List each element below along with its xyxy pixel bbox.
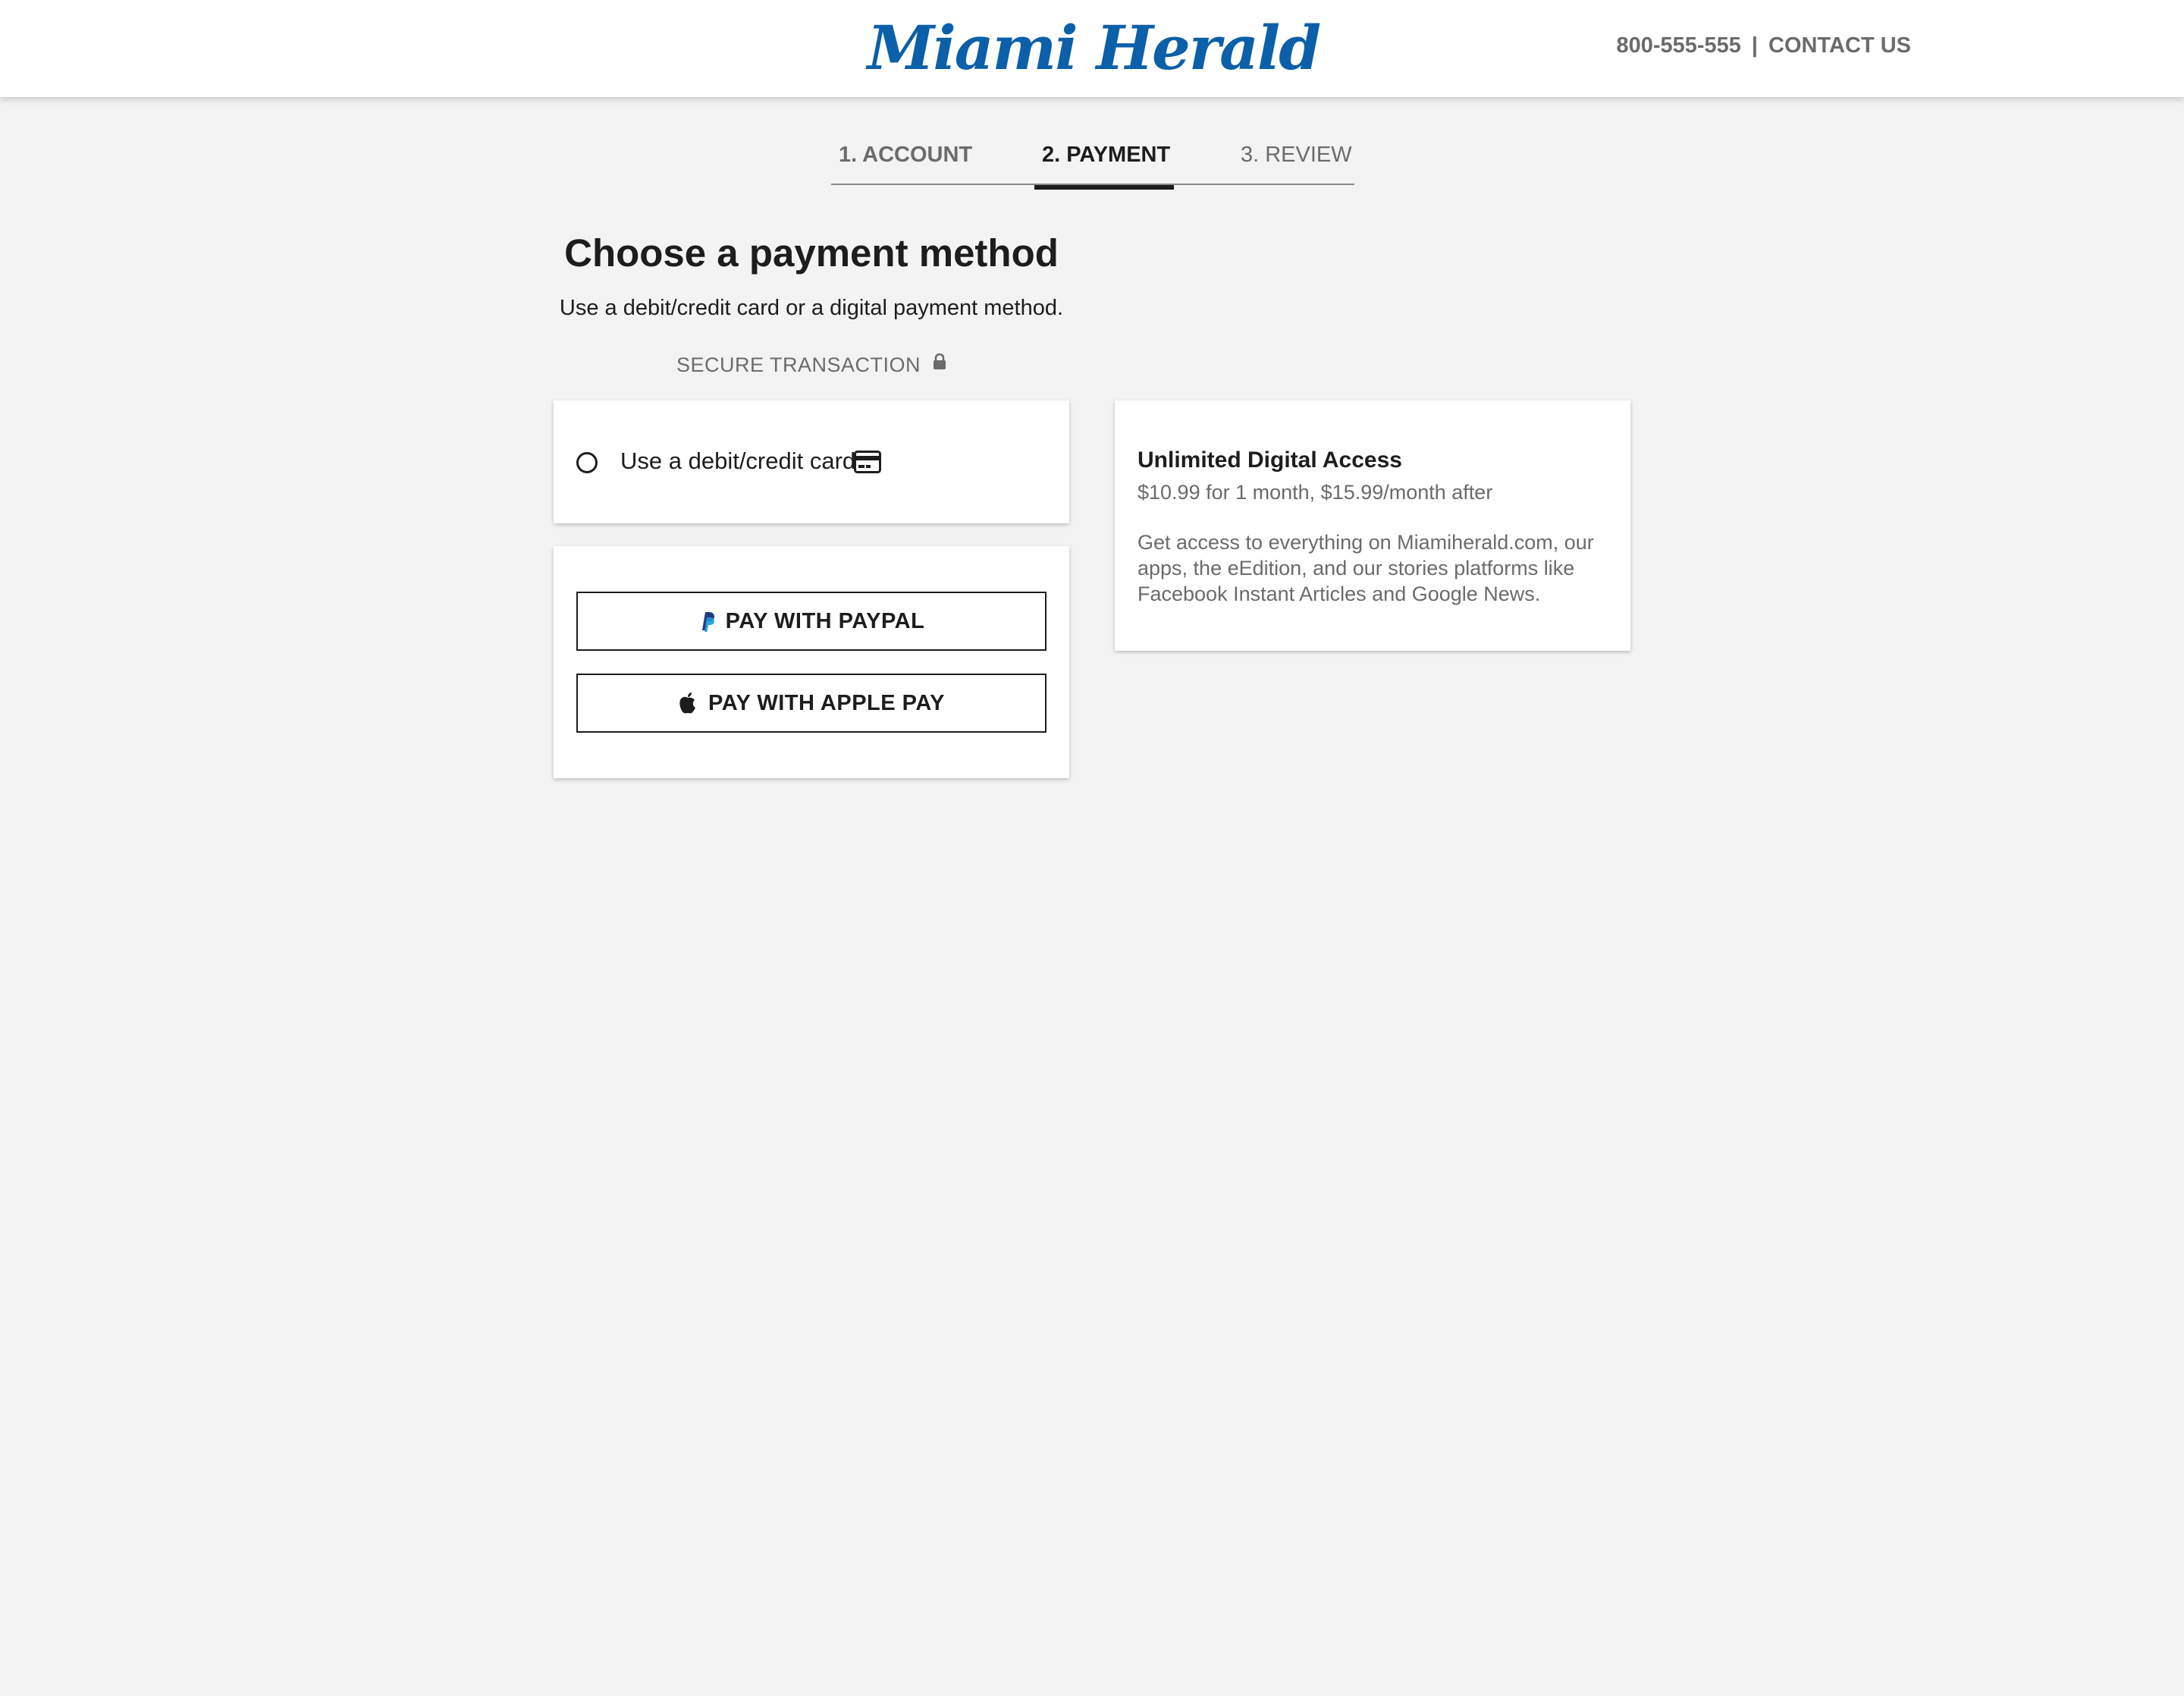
page-title: Choose a payment method <box>564 231 1059 275</box>
pay-with-paypal-button[interactable]: PAY WITH PAYPAL <box>576 592 1046 651</box>
apple-icon <box>678 692 698 715</box>
step-account[interactable]: 1. ACCOUNT <box>831 143 972 185</box>
contact-us-link[interactable]: CONTACT US <box>1768 33 1911 58</box>
lock-icon <box>933 352 946 375</box>
offer-price: $10.99 for 1 month, $15.99/month after <box>1138 481 1493 504</box>
site-header: Miami Herald 800-555-555 | CONTACT US <box>0 0 2184 97</box>
paypal-button-label: PAY WITH PAYPAL <box>725 608 925 633</box>
step-review: 3. REVIEW <box>1241 143 1352 167</box>
card-payment-option[interactable]: Use a debit/credit card <box>554 400 1069 523</box>
checkout-steps: 1. ACCOUNT 2. PAYMENT 3. REVIEW <box>831 138 1354 190</box>
digital-payment-options: PAY WITH PAYPAL PAY WITH APPLE PAY <box>554 546 1069 778</box>
paypal-icon <box>698 611 715 632</box>
page-subtitle: Use a debit/credit card or a digital pay… <box>559 296 1064 320</box>
offer-title: Unlimited Digital Access <box>1138 448 1402 473</box>
credit-card-icon <box>854 451 881 477</box>
secure-transaction: SECURE TRANSACTION <box>554 353 1069 377</box>
contact-bar: 800-555-555 | CONTACT US <box>1616 33 1911 58</box>
secure-transaction-label: SECURE TRANSACTION <box>676 353 921 376</box>
phone-number[interactable]: 800-555-555 <box>1616 33 1740 58</box>
apple-pay-button-label: PAY WITH APPLE PAY <box>708 690 945 715</box>
miami-herald-logo[interactable]: Miami Herald <box>868 12 1321 83</box>
offer-description: Get access to everything on Miamiherald.… <box>1138 531 1594 605</box>
card-option-label[interactable]: Use a debit/credit card <box>620 448 855 475</box>
contact-separator: | <box>1751 33 1759 58</box>
card-radio-button[interactable] <box>576 452 598 473</box>
offer-summary: Unlimited Digital Access $10.99 for 1 mo… <box>1115 400 1630 651</box>
pay-with-apple-pay-button[interactable]: PAY WITH APPLE PAY <box>576 674 1046 733</box>
step-payment: 2. PAYMENT <box>1034 143 1174 190</box>
